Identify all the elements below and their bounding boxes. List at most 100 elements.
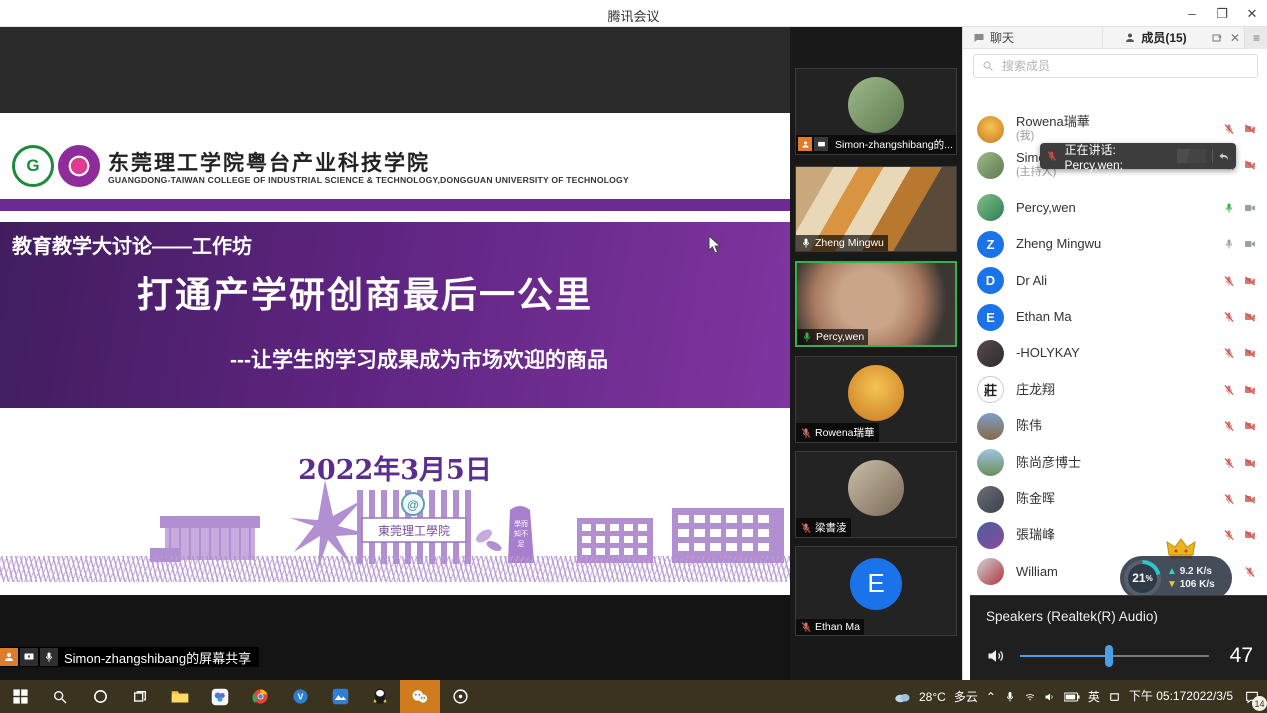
mic-icon[interactable]	[800, 522, 812, 534]
tray-battery-icon[interactable]	[1060, 680, 1084, 713]
member-row[interactable]: 陈尚彦博士	[963, 445, 1267, 481]
video-tile[interactable]: EEthan Ma	[795, 546, 957, 636]
weather-text[interactable]: 多云	[950, 680, 982, 713]
tray-language[interactable]: 英	[1084, 680, 1104, 713]
member-row[interactable]: EEthan Ma	[963, 299, 1267, 335]
video-tile-name: Zheng Mingwu	[815, 237, 884, 249]
tab-chat[interactable]: 聊天	[963, 27, 1103, 49]
slide-header: G 东莞理工学院粤台产业科技学院 GUANGDONG-TAIWAN COLLEG…	[0, 113, 790, 199]
mic-icon[interactable]	[1244, 566, 1256, 578]
camera-icon[interactable]	[1244, 123, 1256, 135]
tab-members[interactable]: 成员(15)	[1103, 27, 1208, 49]
mic-icon[interactable]	[1223, 347, 1235, 359]
weather-temp[interactable]: 28°C	[915, 680, 950, 713]
tray-mic-icon[interactable]	[1000, 680, 1020, 713]
wechat-icon[interactable]	[400, 680, 440, 713]
mic-icon[interactable]	[1223, 275, 1235, 287]
toast-divider	[1212, 149, 1213, 163]
slide-subtitle: ---让学生的学习成果成为市场欢迎的商品	[230, 344, 608, 374]
panel-close-icon[interactable]: ✕	[1226, 27, 1244, 49]
mic-icon[interactable]	[800, 427, 812, 439]
mouse-cursor	[708, 235, 721, 254]
member-row[interactable]: 莊庄龙翔	[963, 372, 1267, 408]
tray-expand-icon[interactable]: ⌃	[982, 680, 1000, 713]
member-row[interactable]: 張瑞峰	[963, 517, 1267, 553]
restore-button[interactable]: ❐	[1207, 0, 1237, 27]
workshop-label: 教育教学大讨论——工作坊	[12, 230, 252, 259]
cortana-icon[interactable]	[80, 680, 120, 713]
video-tile[interactable]: Percy,wen	[795, 261, 957, 347]
member-row[interactable]: ZZheng Mingwu	[963, 226, 1267, 262]
member-row[interactable]: 陈金晖	[963, 481, 1267, 517]
qq-icon[interactable]	[360, 680, 400, 713]
video-tile[interactable]: 梁書淩	[795, 451, 957, 538]
mic-icon[interactable]	[1223, 238, 1235, 250]
minimize-button[interactable]: –	[1177, 0, 1207, 27]
camera-icon[interactable]	[1244, 493, 1256, 505]
camera-icon[interactable]	[1244, 311, 1256, 323]
camera-icon[interactable]	[1244, 202, 1256, 214]
member-row[interactable]: DDr Ali	[963, 263, 1267, 299]
member-name: Rowena瑞華(我)	[1016, 115, 1090, 143]
touch-keyboard-icon[interactable]	[1104, 680, 1125, 713]
popout-icon[interactable]	[1208, 27, 1226, 49]
mic-icon[interactable]	[1223, 311, 1235, 323]
mic-icon[interactable]	[801, 331, 813, 343]
member-search[interactable]	[973, 54, 1258, 78]
mic-icon[interactable]	[1223, 123, 1235, 135]
explorer-icon[interactable]	[160, 680, 200, 713]
mic-icon[interactable]	[800, 621, 812, 633]
avatar	[977, 486, 1004, 513]
recorder-icon[interactable]	[440, 680, 480, 713]
camera-icon[interactable]	[1244, 275, 1256, 287]
mic-icon[interactable]	[1223, 457, 1235, 469]
close-button[interactable]: ✕	[1237, 0, 1267, 27]
camera-icon[interactable]	[1244, 457, 1256, 469]
avatar: D	[977, 267, 1004, 294]
camera-icon[interactable]	[1244, 529, 1256, 541]
reply-arrow-icon[interactable]	[1218, 150, 1229, 162]
mic-icon[interactable]	[1223, 529, 1235, 541]
presenter-mic-icon	[40, 648, 58, 666]
member-row[interactable]: Percy,wen	[963, 190, 1267, 226]
docs-icon[interactable]	[320, 680, 360, 713]
tray-wifi-icon[interactable]	[1020, 680, 1040, 713]
mic-icon[interactable]	[800, 237, 812, 249]
tray-clock[interactable]: 下午 05:17 2022/3/5	[1125, 680, 1237, 713]
chrome-icon[interactable]	[240, 680, 280, 713]
presenter-icon	[0, 648, 18, 666]
volume-value: 47	[1223, 644, 1253, 668]
member-row[interactable]: 陈伟	[963, 408, 1267, 444]
mic-icon[interactable]	[1223, 420, 1235, 432]
panel-menu-icon[interactable]: ≡	[1244, 27, 1267, 49]
mic-icon[interactable]	[1223, 493, 1235, 505]
action-center-icon[interactable]: 14	[1237, 680, 1267, 713]
speaker-icon[interactable]	[986, 646, 1006, 666]
start-icon[interactable]	[0, 680, 40, 713]
network-monitor-widget[interactable]: 21% ▲ 9.2 K/s ▼ 106 K/s	[1120, 556, 1232, 600]
camera-icon[interactable]	[1244, 347, 1256, 359]
volume-slider[interactable]	[1020, 655, 1209, 657]
tray-date: 2022/3/5	[1186, 690, 1233, 703]
mic-icon[interactable]	[1223, 384, 1235, 396]
volume-slider-thumb[interactable]	[1105, 645, 1113, 667]
camera-icon[interactable]	[1244, 384, 1256, 396]
member-row[interactable]: -HOLYKAY	[963, 335, 1267, 371]
camera-icon[interactable]	[1244, 159, 1256, 171]
gauge-percent: 21	[1132, 571, 1145, 585]
search-icon[interactable]	[40, 680, 80, 713]
weather-cloud-icon[interactable]	[889, 680, 915, 713]
camera-icon[interactable]	[1244, 238, 1256, 250]
camera-icon[interactable]	[1244, 420, 1256, 432]
member-search-input[interactable]	[1000, 58, 1249, 74]
upload-speed: 9.2 K/s	[1180, 566, 1212, 577]
voov-icon[interactable]: V	[280, 680, 320, 713]
taskview-icon[interactable]	[120, 680, 160, 713]
college-name-cn: 东莞理工学院粤台产业科技学院	[108, 147, 430, 177]
video-tile[interactable]: Rowena瑞華	[795, 356, 957, 443]
video-tile[interactable]: Simon-zhangshibang的...	[795, 68, 957, 155]
meeting-app-icon[interactable]	[200, 680, 240, 713]
tray-speaker-icon[interactable]	[1040, 680, 1060, 713]
video-tile[interactable]: Zheng Mingwu	[795, 166, 957, 252]
mic-icon[interactable]	[1223, 202, 1235, 214]
